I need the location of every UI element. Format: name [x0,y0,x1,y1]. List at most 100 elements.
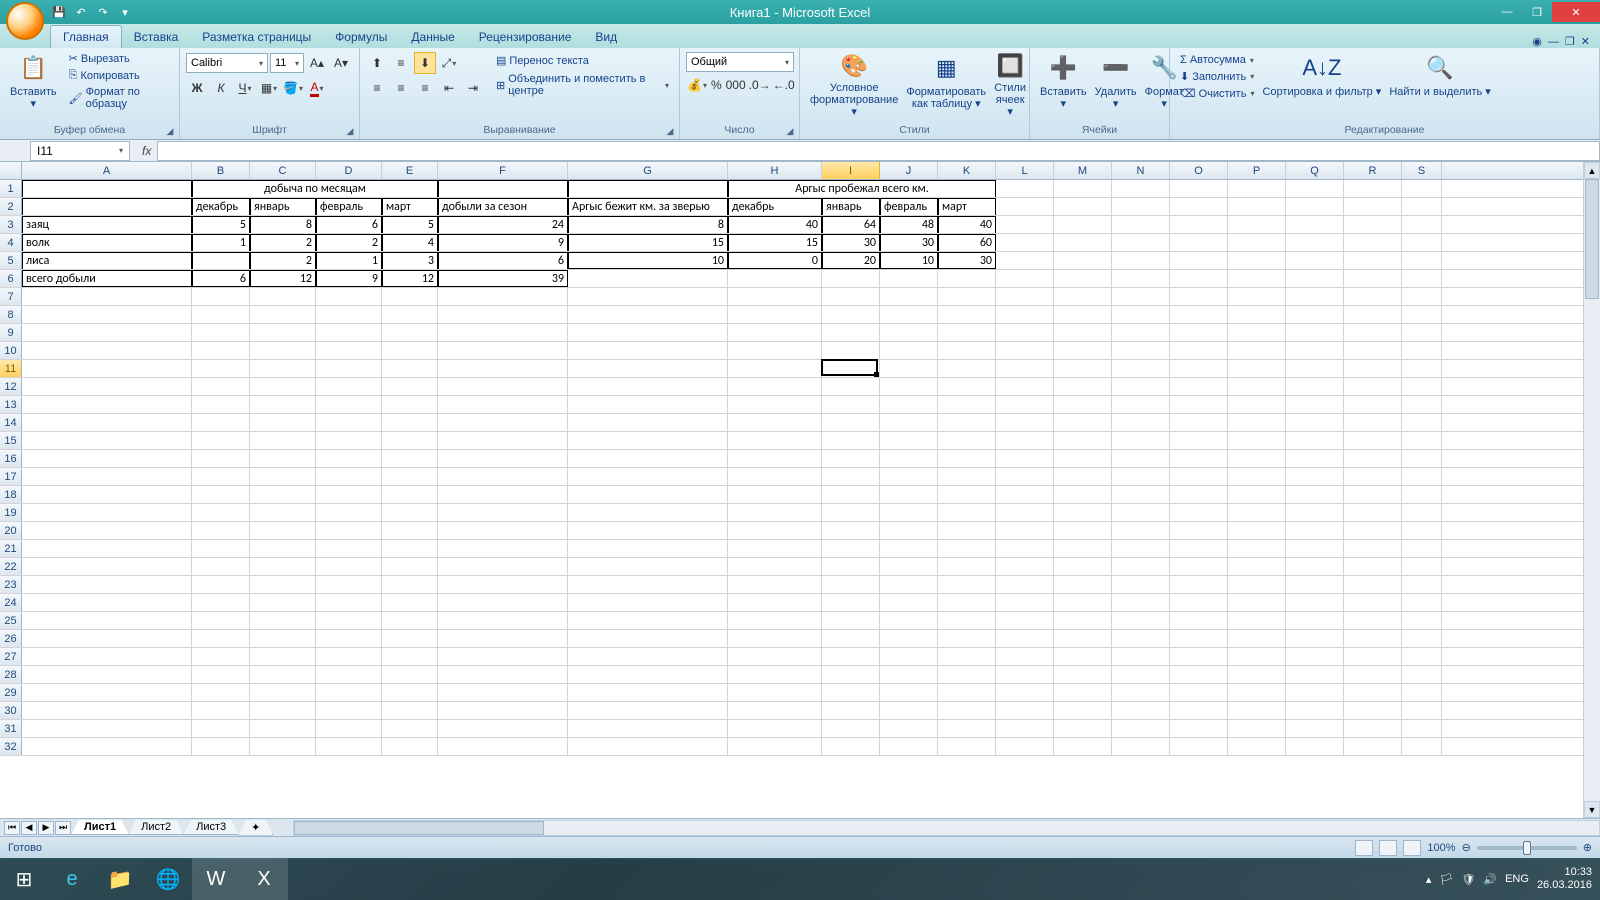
cell-N21[interactable] [1112,540,1170,557]
align-top-button[interactable]: ⬆ [366,52,388,74]
col-header-N[interactable]: N [1112,162,1170,179]
cell-F3[interactable]: 24 [438,216,568,233]
row-header-27[interactable]: 27 [0,648,22,665]
ribbon-tab-2[interactable]: Разметка страницы [190,26,323,48]
cell-L1[interactable] [996,180,1054,197]
cell-K10[interactable] [938,342,996,359]
cell-I8[interactable] [822,306,880,323]
cell-S15[interactable] [1402,432,1442,449]
cell-I31[interactable] [822,720,880,737]
cell-B20[interactable] [192,522,250,539]
cell-F1[interactable] [438,180,568,197]
cell-B8[interactable] [192,306,250,323]
cell-C14[interactable] [250,414,316,431]
cell-F2[interactable]: добыли за сезон [438,198,568,215]
cell-N30[interactable] [1112,702,1170,719]
cell-D12[interactable] [316,378,382,395]
cell-S17[interactable] [1402,468,1442,485]
scroll-down-button[interactable]: ▼ [1584,801,1600,818]
cell-I5[interactable]: 20 [822,252,880,269]
cell-D25[interactable] [316,612,382,629]
qat-undo[interactable]: ↶ [72,3,90,21]
cell-G11[interactable] [568,360,728,377]
cell-J32[interactable] [880,738,938,755]
cell-F19[interactable] [438,504,568,521]
fx-icon[interactable]: fx [142,144,151,158]
cell-A31[interactable] [22,720,192,737]
row-header-11[interactable]: 11 [0,360,22,377]
cell-F31[interactable] [438,720,568,737]
cell-Q10[interactable] [1286,342,1344,359]
cell-O15[interactable] [1170,432,1228,449]
cell-E16[interactable] [382,450,438,467]
cell-P17[interactable] [1228,468,1286,485]
cell-I32[interactable] [822,738,880,755]
format-as-table-button[interactable]: ▦Форматировать как таблицу ▾ [902,50,990,120]
cell-J28[interactable] [880,666,938,683]
cell-J2[interactable]: февраль [880,198,938,215]
sheet-nav-first[interactable]: ⏮ [4,821,20,835]
cell-O23[interactable] [1170,576,1228,593]
cell-Q7[interactable] [1286,288,1344,305]
cell-B16[interactable] [192,450,250,467]
cell-Q32[interactable] [1286,738,1344,755]
cell-B24[interactable] [192,594,250,611]
cell-O21[interactable] [1170,540,1228,557]
cell-A14[interactable] [22,414,192,431]
cell-J18[interactable] [880,486,938,503]
cell-D20[interactable] [316,522,382,539]
cell-K20[interactable] [938,522,996,539]
cut-button[interactable]: ✂ Вырезать [65,50,173,67]
cell-R25[interactable] [1344,612,1402,629]
cell-F21[interactable] [438,540,568,557]
cell-E12[interactable] [382,378,438,395]
font-color-button[interactable]: A▾ [306,77,328,99]
cell-M22[interactable] [1054,558,1112,575]
underline-button[interactable]: Ч▾ [234,77,256,99]
cell-F15[interactable] [438,432,568,449]
cell-R24[interactable] [1344,594,1402,611]
select-all-corner[interactable] [0,162,22,179]
cell-A29[interactable] [22,684,192,701]
cell-C15[interactable] [250,432,316,449]
cell-S32[interactable] [1402,738,1442,755]
cell-E3[interactable]: 5 [382,216,438,233]
cell-Q1[interactable] [1286,180,1344,197]
cell-P27[interactable] [1228,648,1286,665]
cell-D23[interactable] [316,576,382,593]
row-header-24[interactable]: 24 [0,594,22,611]
paste-button[interactable]: 📋 Вставить▾ [6,50,61,120]
cell-C27[interactable] [250,648,316,665]
qat-save[interactable]: 💾 [50,3,68,21]
cell-A30[interactable] [22,702,192,719]
cell-L4[interactable] [996,234,1054,251]
align-left-button[interactable]: ≡ [366,77,388,99]
cell-N32[interactable] [1112,738,1170,755]
cell-J23[interactable] [880,576,938,593]
cell-B19[interactable] [192,504,250,521]
cell-Q15[interactable] [1286,432,1344,449]
cell-I21[interactable] [822,540,880,557]
ribbon-tab-4[interactable]: Данные [399,26,466,48]
cell-E29[interactable] [382,684,438,701]
cell-P31[interactable] [1228,720,1286,737]
cell-H7[interactable] [728,288,822,305]
cell-E19[interactable] [382,504,438,521]
cell-N4[interactable] [1112,234,1170,251]
cell-R11[interactable] [1344,360,1402,377]
col-header-C[interactable]: C [250,162,316,179]
italic-button[interactable]: К [210,77,232,99]
row-header-13[interactable]: 13 [0,396,22,413]
cell-M10[interactable] [1054,342,1112,359]
cell-R2[interactable] [1344,198,1402,215]
cell-G17[interactable] [568,468,728,485]
cell-D19[interactable] [316,504,382,521]
cell-F16[interactable] [438,450,568,467]
cell-M13[interactable] [1054,396,1112,413]
cell-N20[interactable] [1112,522,1170,539]
orientation-button[interactable]: ⤢▾ [438,52,460,74]
cell-D5[interactable]: 1 [316,252,382,269]
cell-M21[interactable] [1054,540,1112,557]
cell-H17[interactable] [728,468,822,485]
cell-C17[interactable] [250,468,316,485]
